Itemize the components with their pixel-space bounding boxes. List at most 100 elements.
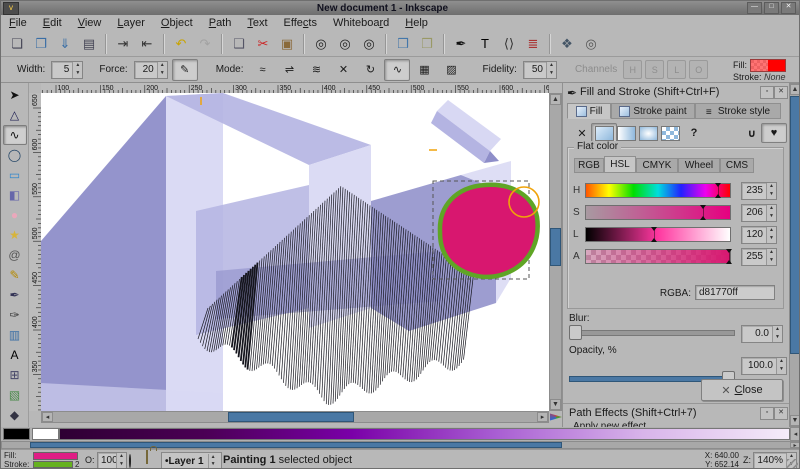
scroll-left-icon[interactable]: ◂ — [42, 412, 53, 422]
undo-button[interactable]: ↶ — [170, 33, 192, 55]
width-spinbox-down-icon[interactable]: ▼ — [73, 70, 82, 78]
unknown-paint-button[interactable]: ? — [681, 123, 707, 143]
palette-scroll-right-icon[interactable]: ▸ — [790, 442, 800, 448]
align-distribute-dialog-button[interactable]: ≣ — [522, 33, 544, 55]
color-tab-rgb[interactable]: RGB — [574, 158, 604, 173]
gradient-tool-button[interactable]: ▧ — [3, 385, 27, 405]
node-tool-button[interactable]: △ — [3, 105, 27, 125]
duplicate-button[interactable]: ❒ — [392, 33, 414, 55]
new-document-button[interactable]: ❏ — [6, 33, 28, 55]
dialog-float-icon[interactable]: ▫ — [760, 86, 774, 99]
a-spinbox-value[interactable]: 255 — [742, 249, 766, 265]
dock-scrollbar[interactable]: ▲ ▼ — [789, 83, 800, 427]
palette-swatch-1[interactable] — [32, 428, 59, 440]
menu-path[interactable]: Path — [201, 15, 240, 31]
pe-float-icon[interactable]: ▫ — [760, 407, 774, 420]
a-spinbox[interactable]: 255▲▼ — [741, 248, 777, 266]
mode-scale-button[interactable]: ✕ — [330, 59, 356, 81]
menu-file[interactable]: File — [1, 15, 35, 31]
dock-scroll-thumb[interactable] — [790, 96, 800, 354]
color-tab-wheel[interactable]: Wheel — [678, 158, 720, 173]
fidelity-spinbox-value[interactable]: 50 — [524, 62, 546, 78]
calligraphy-tool-button[interactable]: ✑ — [3, 305, 27, 325]
menu-effects[interactable]: Effects — [276, 15, 325, 31]
h-spinbox-up-icon[interactable]: ▲ — [767, 183, 776, 191]
print-document-button[interactable]: ▤ — [78, 33, 100, 55]
width-spinbox[interactable]: 5▲▼ — [51, 61, 83, 79]
menu-help[interactable]: Help — [397, 15, 436, 31]
s-spinbox[interactable]: 206▲▼ — [741, 204, 777, 222]
paste-button[interactable]: ▣ — [276, 33, 298, 55]
force-spinbox[interactable]: 20▲▼ — [134, 61, 168, 79]
s-spinbox-up-icon[interactable]: ▲ — [767, 205, 776, 213]
close-button[interactable]: ✕ — [781, 2, 796, 14]
resize-grip[interactable] — [787, 459, 798, 469]
l-spinbox-value[interactable]: 120 — [742, 227, 766, 243]
width-spinbox-value[interactable]: 5 — [52, 62, 72, 78]
create-clone-button[interactable]: ❒ — [416, 33, 438, 55]
zoom-tool-button[interactable]: ◯ — [3, 145, 27, 165]
mode-paint-color-button[interactable]: ▦ — [411, 59, 437, 81]
pen-tool-button[interactable]: ✒ — [3, 285, 27, 305]
object-opacity-spinbox-value[interactable]: 100 — [98, 453, 116, 469]
tab-stroke-paint[interactable]: Stroke paint — [611, 103, 695, 119]
import-bitmap-button[interactable]: ⇥ — [112, 33, 134, 55]
h-spinbox[interactable]: 235▲▼ — [741, 182, 777, 200]
fidelity-spinbox-up-icon[interactable]: ▲ — [547, 62, 556, 70]
blur-spinbox-up-icon[interactable]: ▲ — [773, 326, 782, 334]
tab-stroke-style[interactable]: ≡Stroke style — [695, 103, 781, 119]
opacity-spinbox[interactable]: 100.0▲▼ — [741, 357, 787, 375]
a-spinbox-down-icon[interactable]: ▼ — [767, 257, 776, 265]
opacity-spinbox-down-icon[interactable]: ▼ — [777, 366, 786, 374]
redo-button[interactable]: ↷ — [194, 33, 216, 55]
blur-spinbox-value[interactable]: 0.0 — [742, 326, 772, 342]
copy-button[interactable]: ❑ — [228, 33, 250, 55]
dock-scroll-up-icon[interactable]: ▲ — [790, 84, 800, 95]
export-bitmap-button[interactable]: ⇤ — [136, 33, 158, 55]
h-spinbox-value[interactable]: 235 — [742, 183, 766, 199]
pattern-button[interactable] — [657, 123, 683, 143]
layer-visibility-toggle[interactable] — [129, 455, 131, 467]
color-tab-cmyk[interactable]: CMYK — [636, 158, 678, 173]
object-opacity-spinbox-down-icon[interactable]: ▼ — [117, 461, 126, 469]
save-document-button[interactable]: ⇓ — [54, 33, 76, 55]
l-slider[interactable] — [585, 227, 731, 242]
scroll-down-icon[interactable]: ▼ — [550, 399, 561, 410]
text-tool-button[interactable]: A — [3, 345, 27, 365]
spiral-tool-button[interactable]: @ — [3, 245, 27, 265]
document-properties-button[interactable]: ❖ — [556, 33, 578, 55]
indicator-stroke-value[interactable]: None — [764, 72, 786, 82]
pe-close-icon[interactable]: ✕ — [774, 407, 788, 420]
blur-slider[interactable] — [569, 325, 735, 339]
layer-selector[interactable]: •Layer 1 ▲▼ — [161, 452, 222, 469]
menu-whiteboard[interactable]: Whiteboard — [325, 15, 397, 31]
rect-tool-button[interactable]: ▭ — [3, 165, 27, 185]
menu-layer[interactable]: Layer — [109, 15, 153, 31]
menu-text[interactable]: Text — [239, 15, 275, 31]
zoom-to-selection-button[interactable]: ◎ — [310, 33, 332, 55]
palette-swatch-0[interactable] — [3, 428, 30, 440]
layer-down-icon[interactable]: ▼ — [209, 461, 218, 468]
opacity-spinbox-up-icon[interactable]: ▲ — [777, 358, 786, 366]
palette-scroll-thumb[interactable] — [30, 442, 562, 448]
zoom-to-drawing-button[interactable]: ◎ — [334, 33, 356, 55]
fidelity-spinbox[interactable]: 50▲▼ — [523, 61, 557, 79]
tab-fill[interactable]: Fill — [567, 103, 611, 119]
channel-s-button[interactable]: S — [645, 60, 664, 79]
indicator-fill-swatch[interactable] — [750, 59, 786, 72]
object-opacity-spinbox-up-icon[interactable]: ▲ — [117, 453, 126, 461]
rgba-field[interactable]: d81770ff — [695, 285, 775, 300]
channel-h-button[interactable]: H — [623, 60, 642, 79]
zoom-spinbox-value[interactable]: 140% — [754, 453, 786, 469]
l-spinbox[interactable]: 120▲▼ — [741, 226, 777, 244]
minimize-button[interactable]: — — [747, 2, 762, 14]
tweak-tool-button[interactable]: ∿ — [3, 125, 27, 145]
maximize-button[interactable]: □ — [764, 2, 779, 14]
s-spinbox-down-icon[interactable]: ▼ — [767, 213, 776, 221]
zoom-to-page-button[interactable]: ◎ — [358, 33, 380, 55]
open-document-button[interactable]: ❐ — [30, 33, 52, 55]
l-spinbox-up-icon[interactable]: ▲ — [767, 227, 776, 235]
menu-view[interactable]: View — [70, 15, 110, 31]
layer-lock-toggle[interactable] — [146, 451, 148, 463]
palette-scroll-left-icon[interactable]: ◂ — [790, 427, 800, 441]
